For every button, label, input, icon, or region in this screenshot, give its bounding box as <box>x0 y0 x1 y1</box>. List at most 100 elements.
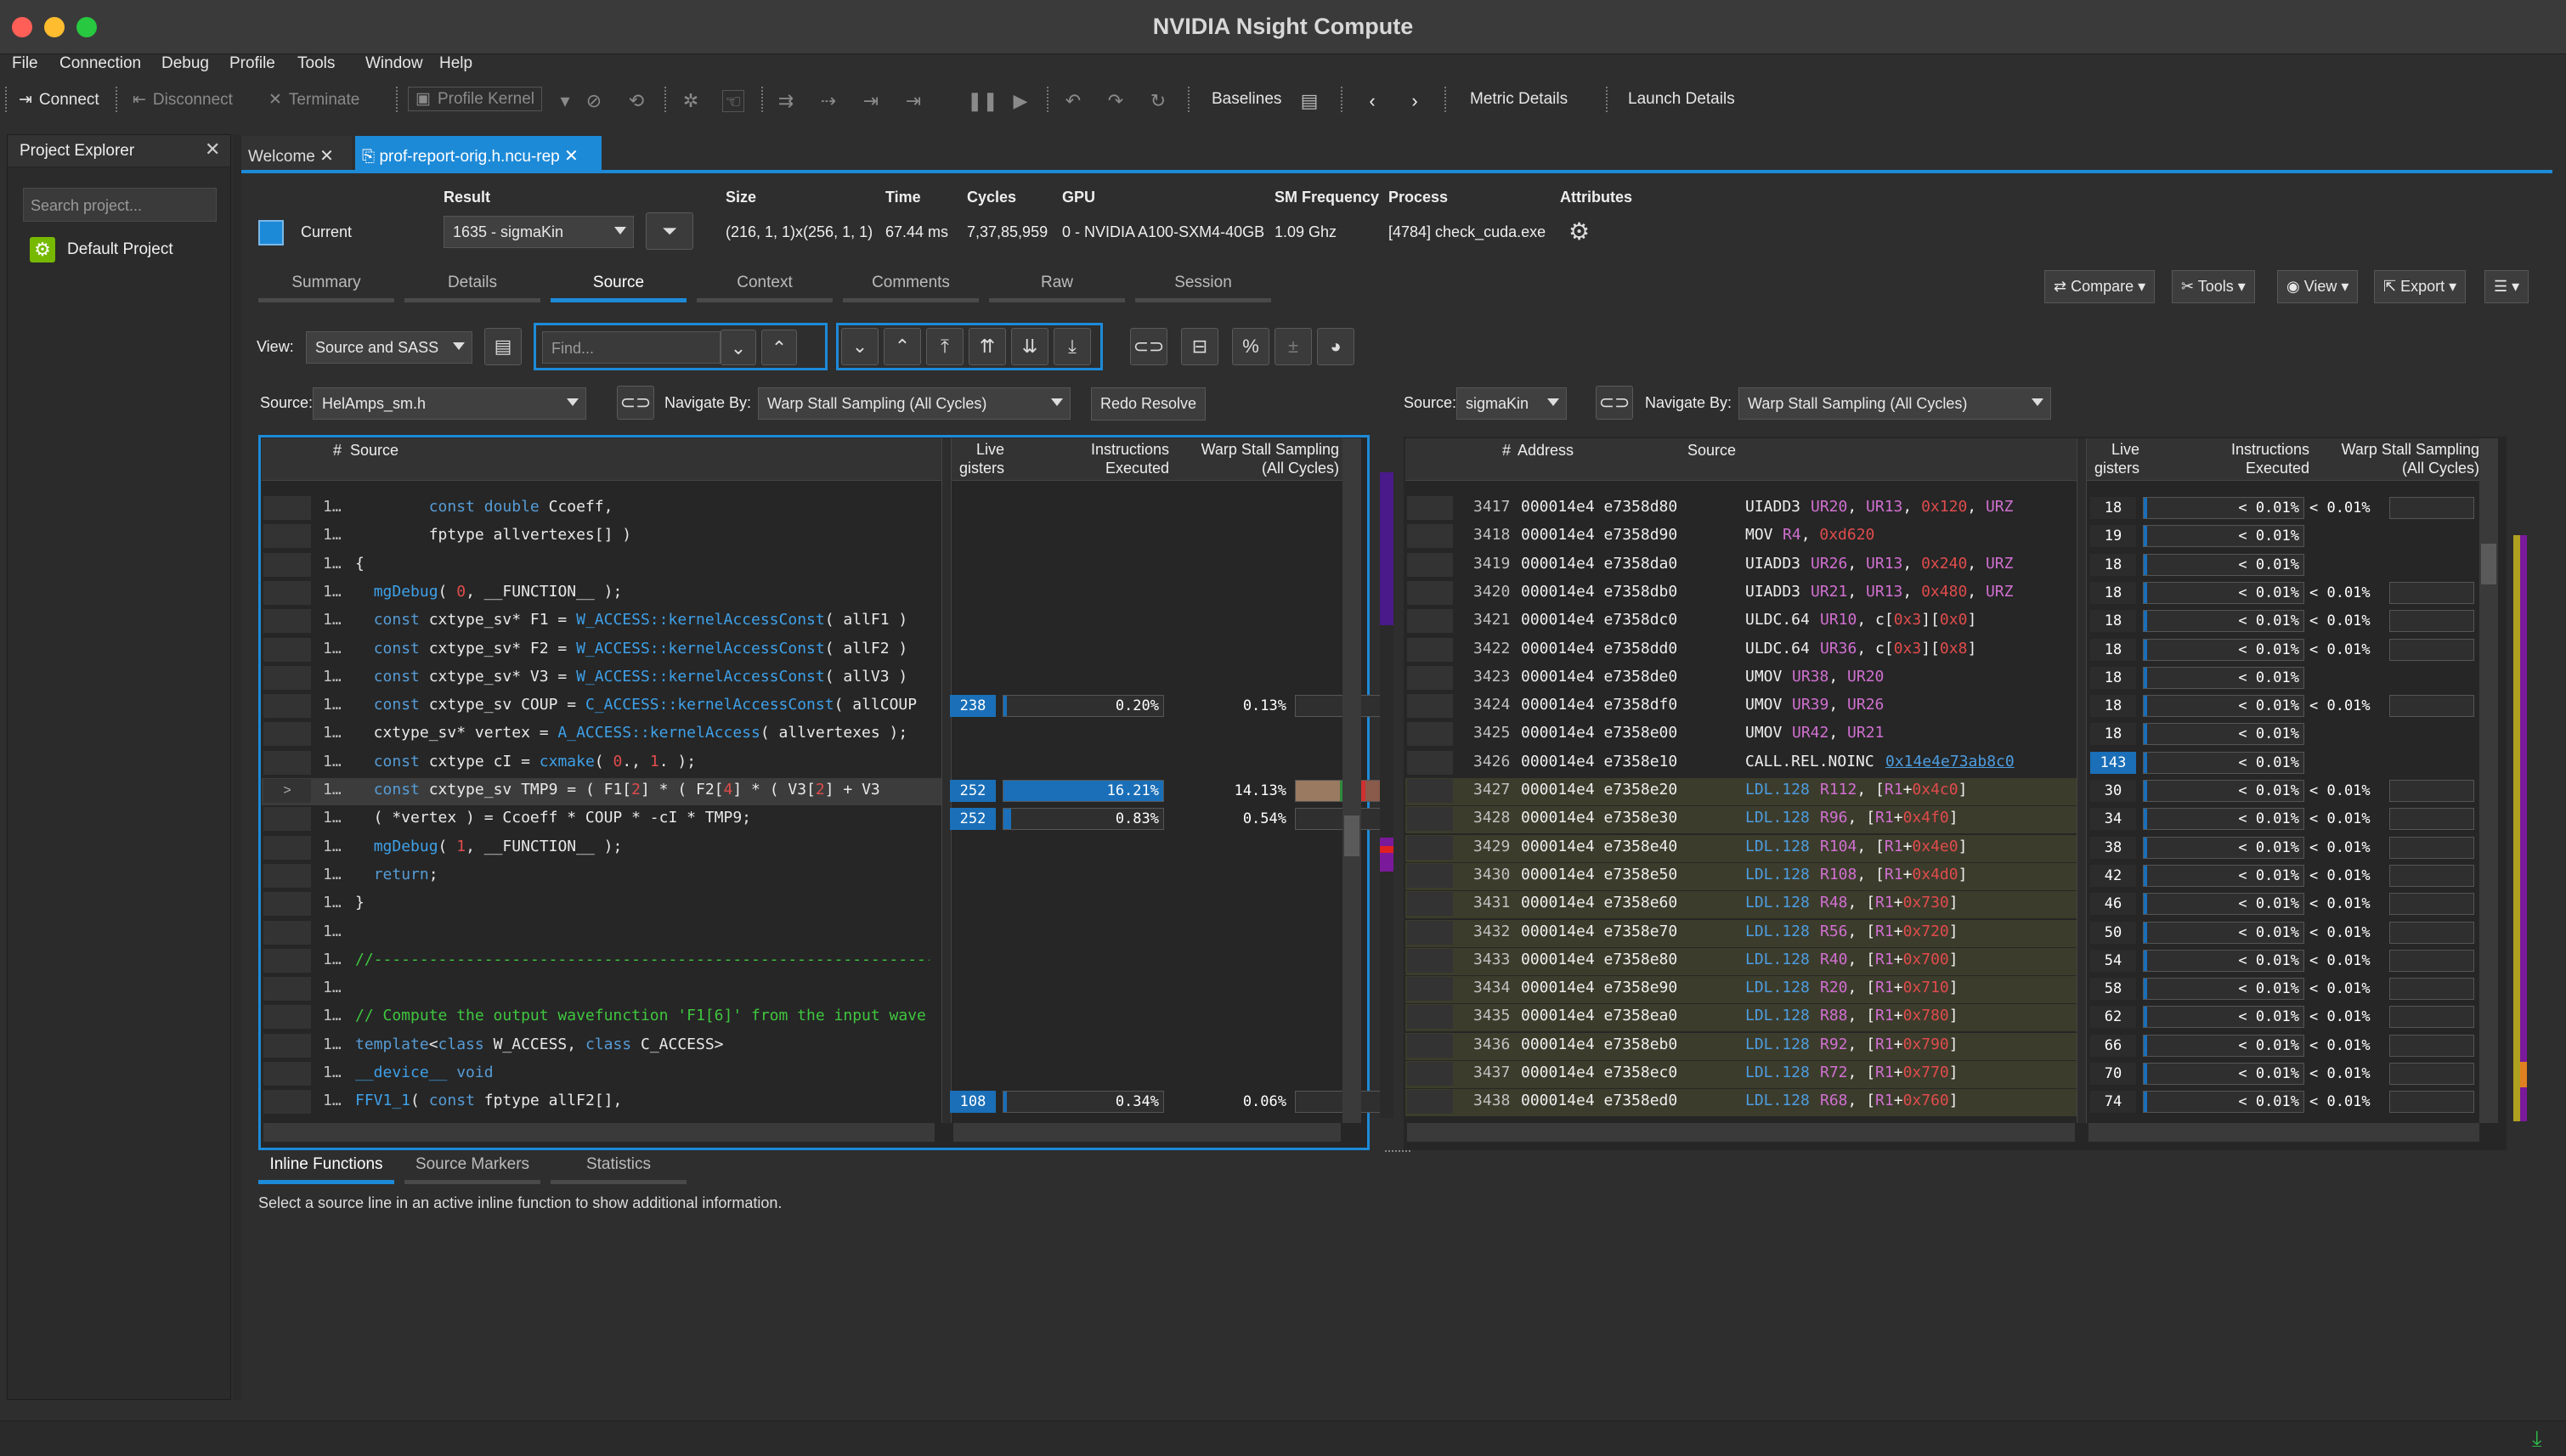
close-tab-icon[interactable]: ✕ <box>319 147 334 166</box>
profile-dropdown-icon[interactable]: ▾ <box>554 90 576 112</box>
row-gutter[interactable] <box>263 1090 311 1115</box>
redo-resolve-button[interactable]: Redo Resolve <box>1091 387 1207 420</box>
step-over-icon[interactable]: ↷ <box>1105 90 1127 112</box>
row-gutter[interactable] <box>1407 750 1453 775</box>
next-row-icon[interactable]: ⌄ <box>841 328 879 365</box>
interactive-icon[interactable]: ☜ <box>722 90 744 112</box>
collapse-icon[interactable]: ⊟ <box>1181 328 1218 365</box>
find-input[interactable]: Find... <box>542 331 721 364</box>
sass-panel-splitter[interactable] <box>2077 438 2087 1123</box>
run-to-next-kernel-icon[interactable]: ⇉ <box>775 90 797 112</box>
tab-source[interactable]: Source <box>551 274 687 302</box>
replay-icon[interactable]: ⟲ <box>625 90 647 112</box>
connect-button[interactable]: ⇥ Connect <box>19 90 99 110</box>
row-gutter[interactable] <box>263 496 311 520</box>
freeze-icon[interactable]: ✲ <box>680 90 702 112</box>
source-scroll-thumb[interactable] <box>1344 815 1359 856</box>
tools-button[interactable]: ✂ Tools ▾ <box>2172 270 2255 303</box>
source-horizontal-scrollbar[interactable] <box>263 1123 935 1142</box>
baselines-list-icon[interactable]: ▤ <box>1298 90 1320 112</box>
row-gutter[interactable] <box>263 552 311 577</box>
scroll-to-bottom-icon[interactable]: ⤓ <box>1054 328 1091 365</box>
row-gutter[interactable] <box>1407 1033 1453 1058</box>
row-gutter[interactable] <box>263 609 311 634</box>
source-vertical-scrollbar[interactable] <box>1342 438 1361 1123</box>
previous-row-icon[interactable]: ⌃ <box>884 328 921 365</box>
menu-window[interactable]: Window <box>365 54 423 73</box>
download-icon[interactable]: ⤓ <box>2532 1425 2542 1453</box>
row-gutter[interactable] <box>263 722 311 747</box>
row-gutter[interactable] <box>1407 1062 1453 1086</box>
disconnect-button[interactable]: ⇤ Disconnect <box>133 90 233 110</box>
baselines-button[interactable]: Baselines <box>1212 90 1281 109</box>
row-gutter[interactable]: > <box>263 779 311 803</box>
find-previous-icon[interactable]: ⌃ <box>761 330 797 365</box>
row-gutter[interactable] <box>263 835 311 860</box>
row-gutter[interactable] <box>1407 524 1453 549</box>
tab-inline-functions[interactable]: Inline Functions <box>258 1155 394 1184</box>
pie-chart-icon[interactable]: ◕ <box>1317 328 1354 365</box>
menu-connection[interactable]: Connection <box>59 54 141 73</box>
row-gutter[interactable] <box>263 920 311 945</box>
sort-down-icon[interactable]: ⇊ <box>1011 328 1048 365</box>
scroll-to-top-icon[interactable]: ⤒ <box>926 328 964 365</box>
row-gutter[interactable] <box>263 1033 311 1058</box>
sass-vertical-scrollbar[interactable] <box>2479 438 2498 1123</box>
row-gutter[interactable] <box>263 750 311 775</box>
percent-icon[interactable]: % <box>1232 328 1269 365</box>
row-gutter[interactable] <box>263 1062 311 1086</box>
row-gutter[interactable] <box>263 977 311 1002</box>
splitter[interactable] <box>233 134 241 1400</box>
view-select[interactable]: Source and SASS <box>306 331 472 364</box>
row-gutter[interactable] <box>263 580 311 605</box>
tab-session[interactable]: Session <box>1135 274 1271 302</box>
tab-source-markers[interactable]: Source Markers <box>404 1155 540 1184</box>
tab-summary[interactable]: Summary <box>258 274 394 302</box>
row-gutter[interactable] <box>1407 694 1453 719</box>
terminate-button[interactable]: ✕ Terminate <box>268 90 359 110</box>
menu-button[interactable]: ☰ ▾ <box>2484 270 2529 303</box>
left-source-select[interactable]: HelAmps_sm.h <box>313 387 586 420</box>
row-gutter[interactable] <box>1407 920 1453 945</box>
sass-horizontal-scrollbar[interactable] <box>1407 1123 2075 1142</box>
right-navigate-by-select[interactable]: Warp Stall Sampling (All Cycles) <box>1738 387 2051 420</box>
tab-context[interactable]: Context <box>697 274 833 302</box>
row-gutter[interactable] <box>263 1005 311 1030</box>
filter-icon[interactable]: ⏷ <box>646 212 693 250</box>
row-gutter[interactable] <box>1407 552 1453 577</box>
link-views-icon[interactable]: ⊂⊃ <box>1596 386 1633 420</box>
menu-file[interactable]: File <box>12 54 38 73</box>
launch-details-button[interactable]: Launch Details <box>1628 90 1735 109</box>
run-to-range-end-icon[interactable]: ⇥ <box>902 90 924 112</box>
metrics-horizontal-scrollbar[interactable] <box>953 1123 1341 1142</box>
sass-metrics-horizontal-scrollbar[interactable] <box>2088 1123 2479 1142</box>
close-tab-icon[interactable]: ✕ <box>564 147 579 166</box>
attributes-gear-icon[interactable]: ⚙ <box>1568 217 1590 245</box>
result-select[interactable]: 1635 - sigmaKin <box>444 216 634 248</box>
row-gutter[interactable] <box>263 694 311 719</box>
tab-raw[interactable]: Raw <box>989 274 1125 302</box>
row-gutter[interactable] <box>263 807 311 832</box>
row-gutter[interactable] <box>1407 722 1453 747</box>
next-icon[interactable]: › <box>1404 90 1426 112</box>
run-to-next-api-icon[interactable]: ⇢ <box>817 90 839 112</box>
tab-details[interactable]: Details <box>404 274 540 302</box>
row-gutter[interactable] <box>1407 580 1453 605</box>
previous-icon[interactable]: ‹ <box>1361 90 1383 112</box>
row-gutter[interactable] <box>1407 977 1453 1002</box>
row-gutter[interactable] <box>263 863 311 888</box>
sort-up-icon[interactable]: ⇈ <box>969 328 1006 365</box>
menu-profile[interactable]: Profile <box>229 54 275 73</box>
export-button[interactable]: ⇱ Export ▾ <box>2374 270 2467 303</box>
run-to-range-start-icon[interactable]: ⇥ <box>860 90 882 112</box>
row-gutter[interactable] <box>1407 892 1453 917</box>
row-gutter[interactable] <box>1407 948 1453 973</box>
source-file-icon[interactable]: ▤ <box>484 328 522 365</box>
metric-details-button[interactable]: Metric Details <box>1470 90 1568 109</box>
resume-icon[interactable]: ▶ <box>1009 90 1031 112</box>
sass-scroll-thumb[interactable] <box>2481 544 2496 584</box>
row-gutter[interactable] <box>263 948 311 973</box>
find-next-icon[interactable]: ⌄ <box>721 330 756 365</box>
row-gutter[interactable] <box>1407 863 1453 888</box>
step-back-icon[interactable]: ↶ <box>1062 90 1084 112</box>
